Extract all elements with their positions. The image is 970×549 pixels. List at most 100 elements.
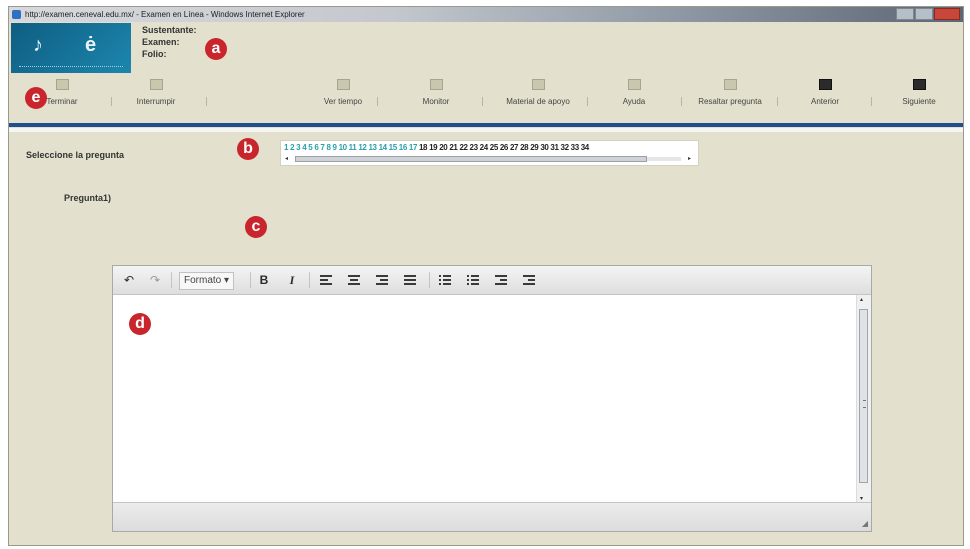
align-left-icon[interactable] (320, 275, 332, 285)
editor-toolbar: ↶ ↷ Formato ▾ B I (113, 266, 871, 295)
examen-label: Examen: (142, 37, 180, 47)
view-time-button[interactable]: Ver tiempo (312, 75, 374, 113)
toolbar-divider (681, 97, 682, 106)
highlight-icon (723, 79, 737, 90)
scroll-thumb[interactable] (295, 156, 647, 162)
question-link[interactable]: 34 (581, 143, 590, 152)
question-link[interactable]: 21 (449, 143, 458, 152)
question-link[interactable]: 29 (530, 143, 539, 152)
question-link[interactable]: 32 (561, 143, 570, 152)
annotation-badge-c: c (245, 216, 267, 238)
question-link[interactable]: 7 (320, 143, 324, 152)
question-link[interactable]: 13 (368, 143, 377, 152)
toolbar-divider (587, 97, 588, 106)
question-link[interactable]: 17 (409, 143, 418, 152)
previous-button[interactable]: Anterior (799, 75, 851, 113)
scroll-right-icon[interactable]: ▸ (688, 155, 691, 162)
scroll-thumb[interactable] (859, 309, 868, 483)
question-link[interactable]: 16 (399, 143, 408, 152)
resize-handle-icon[interactable]: ◢ (862, 519, 868, 528)
exam-toolbar: Terminar Interrumpir Ver tiempo Monitor … (9, 75, 963, 113)
annotation-badge-a: a (205, 38, 227, 60)
align-center-icon[interactable] (348, 275, 360, 285)
question-link[interactable]: 22 (459, 143, 468, 152)
question-link[interactable]: 15 (389, 143, 398, 152)
pause-icon (149, 79, 163, 90)
close-button[interactable] (934, 8, 960, 20)
header-divider-light (9, 128, 963, 132)
question-link[interactable]: 8 (326, 143, 330, 152)
outdent-icon[interactable] (495, 275, 507, 285)
monitor-button[interactable]: Monitor (411, 75, 461, 113)
scroll-left-icon[interactable]: ◂ (285, 155, 288, 162)
undo-icon[interactable]: ↶ (121, 272, 137, 288)
highlight-question-button[interactable]: Resaltar pregunta (687, 75, 773, 113)
terminate-icon (55, 79, 69, 90)
question-link[interactable]: 5 (308, 143, 312, 152)
question-link[interactable]: 4 (302, 143, 306, 152)
window-title: http://examen.ceneval.edu.mx/ - Examen e… (25, 10, 305, 19)
editor-text-area[interactable] (113, 295, 858, 503)
help-button[interactable]: Ayuda (609, 75, 659, 113)
question-link[interactable]: 1 (284, 143, 288, 152)
maximize-button[interactable] (915, 8, 933, 20)
minimize-button[interactable] (896, 8, 914, 20)
interrupt-button[interactable]: Interrumpir (127, 75, 185, 113)
question-link[interactable]: 3 (296, 143, 300, 152)
italic-button[interactable]: I (284, 272, 300, 288)
toolbar-divider (482, 97, 483, 106)
question-link[interactable]: 24 (480, 143, 489, 152)
support-material-icon (531, 79, 545, 90)
editor-divider (171, 272, 172, 288)
question-link[interactable]: 33 (571, 143, 580, 152)
question-link[interactable]: 26 (500, 143, 509, 152)
toolbar-divider (111, 97, 112, 106)
question-link[interactable]: 28 (520, 143, 529, 152)
question-link[interactable]: 20 (439, 143, 448, 152)
question-number-list: 1 2 3 4 5 6 7 8 9 10 11 12 13 14 15 16 17 18 19 20 21 22 23 24 2… (284, 143, 591, 152)
align-justify-icon[interactable] (404, 275, 416, 285)
question-link[interactable]: 27 (510, 143, 519, 152)
editor-statusbar: ◢ (113, 502, 871, 531)
clock-icon (336, 79, 350, 90)
numbered-list-icon[interactable] (467, 275, 479, 285)
question-link[interactable]: 6 (314, 143, 318, 152)
help-icon (627, 79, 641, 90)
question-link[interactable]: 30 (540, 143, 549, 152)
question-link[interactable]: 12 (358, 143, 367, 152)
annotation-badge-b: b (237, 138, 259, 160)
select-question-label: Seleccione la pregunta (26, 150, 125, 160)
bullet-list-icon[interactable] (439, 275, 451, 285)
question-link[interactable]: 10 (339, 143, 348, 152)
redo-icon[interactable]: ↷ (147, 272, 163, 288)
bold-button[interactable]: B (256, 272, 272, 288)
logo-mark-icon: ♪ (33, 34, 43, 56)
indent-icon[interactable] (523, 275, 535, 285)
question-link[interactable]: 14 (379, 143, 388, 152)
question-navigator-scrollbar[interactable]: ◂ ▸ (285, 155, 691, 163)
question-link[interactable]: 11 (349, 143, 357, 152)
logo-e-icon: ė (85, 34, 97, 56)
ceneval-logo: ♪ ė (11, 23, 131, 73)
question-link[interactable]: 9 (333, 143, 337, 152)
align-right-icon[interactable] (376, 275, 388, 285)
support-material-button[interactable]: Material de apoyo (493, 75, 583, 113)
question-link[interactable]: 19 (429, 143, 438, 152)
question-link[interactable]: 31 (550, 143, 559, 152)
format-dropdown[interactable]: Formato ▾ (179, 272, 235, 290)
editor-vertical-scrollbar[interactable]: ▴ ▾ (856, 295, 871, 503)
editor-divider (250, 272, 251, 288)
question-link[interactable]: 25 (490, 143, 499, 152)
previous-icon (818, 79, 832, 90)
question-link[interactable]: 18 (419, 143, 428, 152)
scroll-down-icon[interactable]: ▾ (860, 495, 863, 502)
next-button[interactable]: Siguiente (893, 75, 945, 113)
scroll-up-icon[interactable]: ▴ (860, 296, 863, 303)
question-link[interactable]: 2 (290, 143, 294, 152)
annotation-badge-d: d (129, 313, 151, 335)
window-titlebar: http://examen.ceneval.edu.mx/ - Examen e… (9, 7, 963, 22)
question-link[interactable]: 23 (470, 143, 479, 152)
annotation-badge-e: e (25, 87, 47, 109)
next-icon (912, 79, 926, 90)
scroll-grip-icon (863, 400, 866, 408)
